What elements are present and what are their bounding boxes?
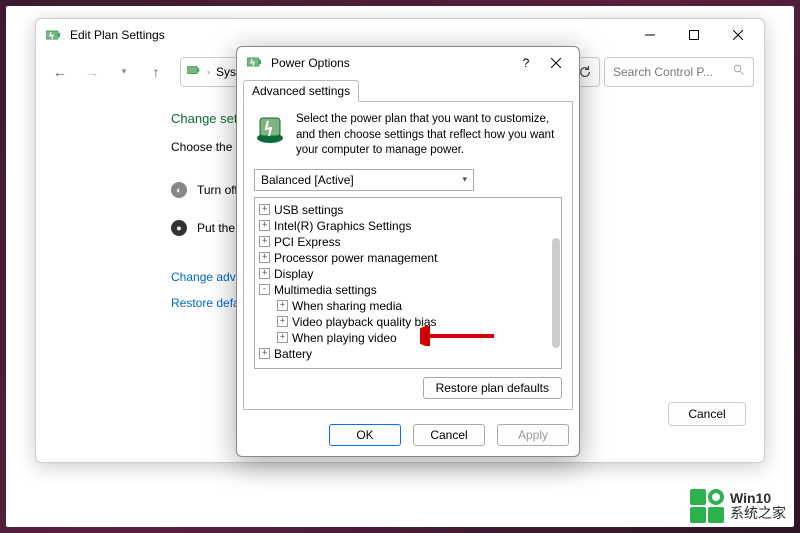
battery-icon (187, 63, 201, 80)
maximize-button[interactable] (672, 20, 716, 50)
tree-item-display[interactable]: +Display (257, 266, 559, 282)
tree-item-intel-graphics[interactable]: +Intel(R) Graphics Settings (257, 218, 559, 234)
tree-item-video-quality-bias[interactable]: +Video playback quality bias (275, 314, 559, 330)
search-placeholder: Search Control P... (613, 65, 713, 79)
back-button[interactable]: ← (46, 58, 74, 86)
scrollbar[interactable] (551, 198, 561, 368)
expand-icon[interactable]: + (259, 204, 270, 215)
window-title: Edit Plan Settings (70, 28, 628, 42)
battery-icon (46, 27, 62, 43)
collapse-icon[interactable]: - (259, 284, 270, 295)
expand-icon[interactable]: + (259, 220, 270, 231)
tab-advanced-settings[interactable]: Advanced settings (243, 80, 359, 102)
expand-icon[interactable]: + (259, 236, 270, 247)
plan-select-value: Balanced [Active] (261, 173, 354, 187)
watermark-logo (690, 489, 724, 523)
search-input[interactable]: Search Control P... (604, 57, 754, 87)
tree-item-multimedia[interactable]: -Multimedia settings (257, 282, 559, 298)
help-button[interactable]: ? (511, 49, 541, 77)
tab-strip: Advanced settings (237, 80, 579, 102)
minimize-button[interactable] (628, 20, 672, 50)
up-button[interactable]: ↑ (142, 58, 170, 86)
expand-icon[interactable]: + (259, 268, 270, 279)
dialog-titlebar: Power Options ? (237, 47, 579, 79)
watermark: Win10 系统之家 (690, 489, 786, 523)
sleep-icon: ● (171, 220, 187, 236)
search-icon (733, 64, 745, 79)
scrollbar-thumb[interactable] (552, 238, 560, 348)
watermark-text: Win10 系统之家 (730, 491, 786, 522)
tree-item-pci-express[interactable]: +PCI Express (257, 234, 559, 250)
expand-icon[interactable]: + (277, 332, 288, 343)
power-options-dialog: Power Options ? Advanced settings Select… (236, 46, 580, 457)
expand-icon[interactable]: + (259, 252, 270, 263)
tree-item-battery[interactable]: +Battery (257, 346, 559, 362)
ok-button[interactable]: OK (329, 424, 401, 446)
close-button[interactable] (541, 49, 571, 77)
tree-item-sharing-media[interactable]: +When sharing media (275, 298, 559, 314)
cancel-button[interactable]: Cancel (668, 402, 746, 426)
power-plan-icon (254, 112, 286, 144)
dialog-intro: Select the power plan that you want to c… (296, 112, 562, 159)
expand-icon[interactable]: + (277, 300, 288, 311)
battery-icon (247, 54, 263, 73)
display-icon: ◐ (171, 182, 187, 198)
tree-item-when-playing-video[interactable]: +When playing video (275, 330, 559, 346)
restore-plan-defaults-button[interactable]: Restore plan defaults (423, 377, 562, 399)
expand-icon[interactable]: + (277, 316, 288, 327)
dialog-title: Power Options (271, 56, 511, 70)
cancel-button[interactable]: Cancel (413, 424, 485, 446)
dialog-footer: OK Cancel Apply (237, 416, 579, 456)
recent-button[interactable]: ▾ (110, 58, 138, 86)
tree-item-processor[interactable]: +Processor power management (257, 250, 559, 266)
settings-tree[interactable]: +USB settings +Intel(R) Graphics Setting… (254, 197, 562, 369)
apply-button[interactable]: Apply (497, 424, 569, 446)
tree-item-usb[interactable]: +USB settings (257, 202, 559, 218)
expand-icon[interactable]: + (259, 348, 270, 359)
close-button[interactable] (716, 20, 760, 50)
forward-button[interactable]: → (78, 58, 106, 86)
chevron-down-icon: ▾ (462, 174, 467, 185)
chevron-right-icon: › (207, 67, 210, 77)
tab-panel: Select the power plan that you want to c… (243, 101, 573, 410)
power-plan-select[interactable]: Balanced [Active] ▾ (254, 169, 474, 191)
